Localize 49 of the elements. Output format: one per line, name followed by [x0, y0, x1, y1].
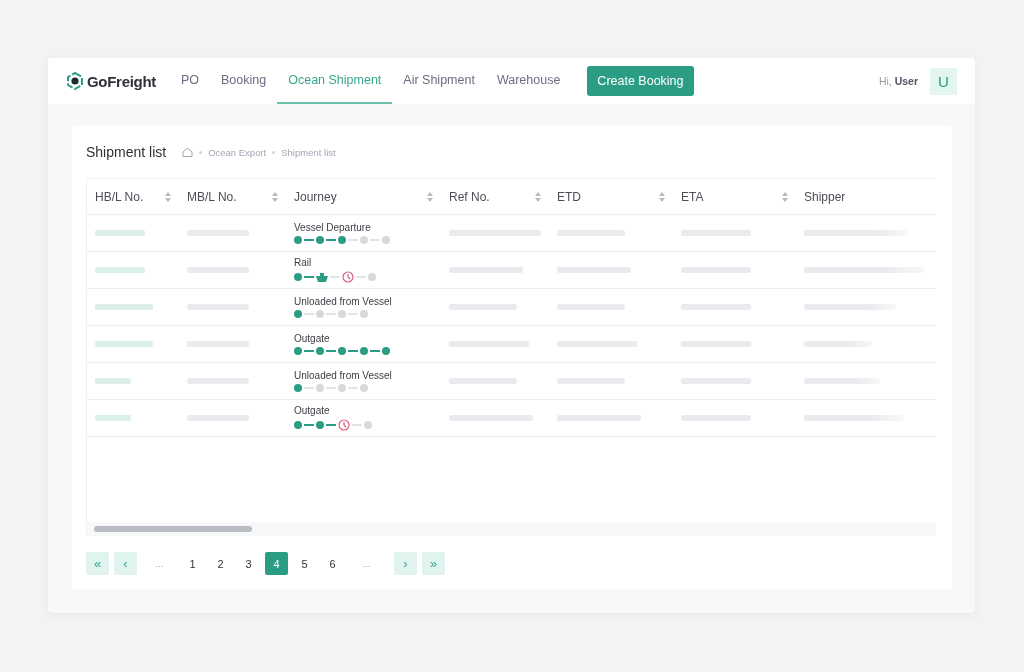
next-page-button[interactable]: ›: [394, 552, 417, 575]
page-button[interactable]: 1: [181, 552, 204, 575]
page-title: Shipment list: [86, 144, 167, 160]
create-booking-button[interactable]: Create Booking: [587, 66, 694, 96]
nav-tab[interactable]: Warehouse: [485, 58, 572, 104]
first-page-button[interactable]: «: [86, 552, 109, 575]
nav-tab[interactable]: Booking: [210, 58, 278, 104]
sort-icon[interactable]: [659, 191, 665, 202]
column-header[interactable]: Ref No.: [449, 189, 490, 204]
journey-status: Vessel Departure: [294, 222, 371, 233]
placeholder-bar: [95, 341, 153, 347]
journey-status: Rail: [294, 257, 312, 268]
placeholder-bar: [95, 230, 145, 236]
nav-tab[interactable]: PO: [169, 58, 211, 104]
column-header[interactable]: MB/L No.: [187, 189, 237, 204]
placeholder-bar: [95, 378, 131, 384]
logo-text: GoFreight: [87, 72, 156, 90]
user-avatar[interactable]: U: [930, 67, 957, 95]
greeting-text: Hi, User: [878, 75, 918, 87]
column-header[interactable]: HB/L No.: [95, 189, 144, 204]
sort-icon[interactable]: [427, 191, 433, 202]
page-button[interactable]: 5: [293, 552, 316, 575]
column-header[interactable]: Journey: [294, 189, 337, 204]
placeholder-bar: [95, 267, 145, 273]
journey-status: Outgate: [294, 333, 330, 344]
column-header[interactable]: ETD: [557, 189, 581, 204]
placeholder-bar: [95, 304, 153, 310]
placeholder-bar: [95, 415, 131, 421]
logo-icon: [66, 72, 84, 90]
page-ellipsis: ...: [361, 557, 372, 571]
sort-icon[interactable]: [782, 191, 788, 202]
column-header[interactable]: Shipper: [804, 189, 846, 204]
nav-tab[interactable]: Ocean Shipment: [277, 58, 393, 104]
page-ellipsis: ...: [154, 557, 165, 571]
sort-icon[interactable]: [165, 191, 171, 202]
column-header[interactable]: ETA: [681, 189, 704, 204]
page-button[interactable]: 4: [265, 552, 288, 575]
nav-tab[interactable]: Air Shipment: [392, 58, 486, 104]
page-button[interactable]: 3: [237, 552, 260, 575]
page-button[interactable]: 6: [321, 552, 344, 575]
sort-icon[interactable]: [535, 191, 541, 202]
journey-status: Unloaded from Vessel: [294, 296, 392, 307]
home-icon[interactable]: [182, 147, 194, 157]
last-page-button[interactable]: »: [422, 552, 445, 575]
journey-status: Unloaded from Vessel: [294, 370, 392, 381]
sort-icon[interactable]: [272, 191, 278, 202]
page-button[interactable]: 2: [209, 552, 232, 575]
scrollbar-thumb[interactable]: [94, 526, 252, 532]
journey-status: Outgate: [294, 405, 330, 416]
